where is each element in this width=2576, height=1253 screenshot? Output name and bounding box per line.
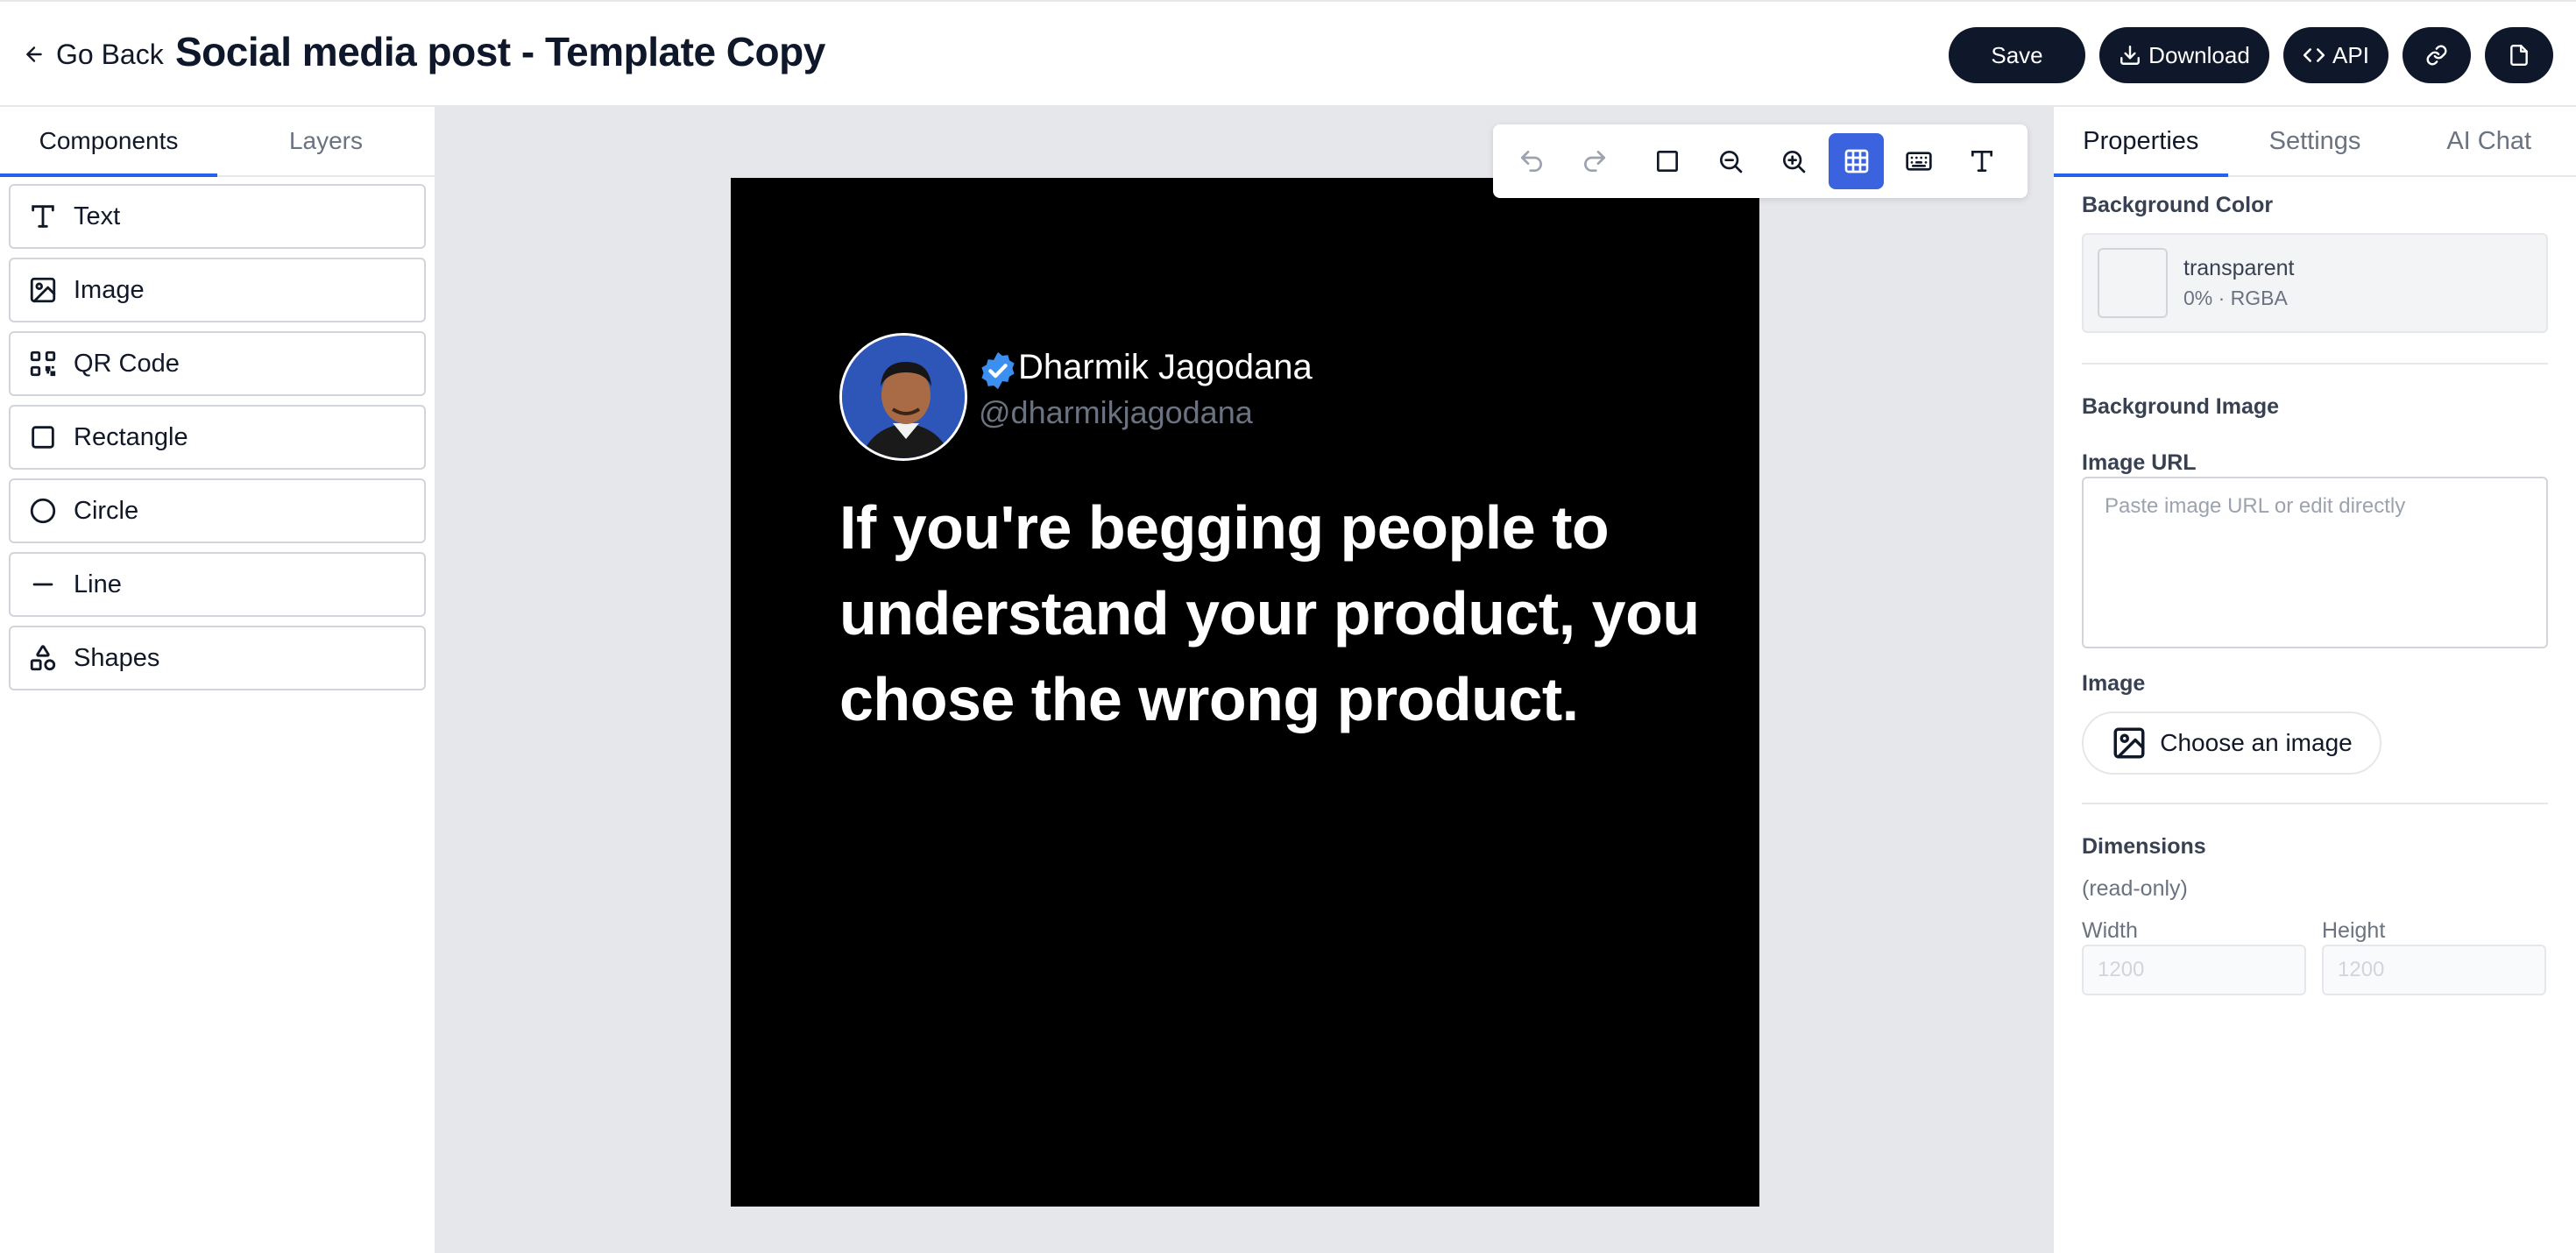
text-icon bbox=[1971, 151, 1993, 172]
qr-code-icon bbox=[30, 350, 56, 377]
tab-properties[interactable]: Properties bbox=[2054, 107, 2228, 177]
avatar-photo bbox=[842, 336, 965, 458]
component-list: Text Image QR Code Rectangle Circle Line… bbox=[0, 177, 435, 697]
author-avatar[interactable] bbox=[839, 333, 967, 461]
component-label: Circle bbox=[74, 496, 139, 525]
top-header: Go Back Social media post - Template Cop… bbox=[0, 0, 2576, 107]
zoom-out-icon bbox=[1720, 151, 1743, 173]
properties-panel: Properties Settings AI Chat Background C… bbox=[2052, 107, 2576, 1253]
background-image-label: Background Image bbox=[2082, 394, 2280, 419]
divider bbox=[2082, 803, 2548, 804]
component-qr-code[interactable]: QR Code bbox=[9, 331, 426, 396]
redo-button[interactable] bbox=[1567, 133, 1623, 189]
component-circle[interactable]: Circle bbox=[9, 478, 426, 543]
canvas-toolbar bbox=[1493, 124, 2028, 198]
color-meta: 0% · RGBA bbox=[2183, 287, 2288, 309]
page-title[interactable]: Social media post - Template Copy bbox=[175, 28, 825, 75]
text-icon bbox=[32, 205, 54, 228]
keyboard-icon bbox=[1906, 152, 1932, 171]
width-field: 1200 bbox=[2082, 945, 2306, 995]
api-button-label: API bbox=[2332, 41, 2369, 68]
image-url-input[interactable]: Paste image URL or edit directly bbox=[2082, 477, 2548, 648]
undo-button[interactable] bbox=[1504, 133, 1560, 189]
image-label: Image bbox=[2082, 671, 2146, 696]
components-sidebar: Components Layers Text Image QR Code Rec… bbox=[0, 107, 436, 1253]
color-value: transparent bbox=[2183, 256, 2295, 280]
artboard[interactable]: Dharmik Jagodana @dharmikjagodana If you… bbox=[731, 178, 1759, 1207]
undo-icon bbox=[1520, 151, 1542, 172]
background-color-picker[interactable]: transparent 0% · RGBA bbox=[2082, 233, 2548, 333]
verified-badge-icon bbox=[981, 351, 1015, 390]
add-text-button[interactable] bbox=[1954, 133, 2010, 189]
dimensions-note: (read-only) bbox=[2082, 876, 2188, 901]
component-label: Line bbox=[74, 570, 122, 598]
component-label: Text bbox=[74, 202, 121, 230]
author-handle[interactable]: @dharmikjagodana bbox=[979, 394, 1253, 431]
component-image[interactable]: Image bbox=[9, 258, 426, 322]
component-label: Image bbox=[74, 275, 145, 304]
code-icon bbox=[2303, 48, 2325, 62]
background-color-label: Background Color bbox=[2082, 193, 2274, 217]
color-swatch[interactable] bbox=[2098, 248, 2168, 318]
divider bbox=[2082, 363, 2548, 365]
api-button[interactable]: API bbox=[2283, 27, 2388, 83]
tab-layers[interactable]: Layers bbox=[217, 107, 435, 175]
frame-button[interactable] bbox=[1639, 133, 1695, 189]
dimensions-label: Dimensions bbox=[2082, 834, 2206, 859]
left-tabs: Components Layers bbox=[0, 107, 435, 177]
save-button-label: Save bbox=[1991, 41, 2043, 68]
component-text[interactable]: Text bbox=[9, 184, 426, 249]
height-field: 1200 bbox=[2322, 945, 2546, 995]
image-url-label: Image URL bbox=[2082, 450, 2197, 475]
square-icon bbox=[32, 426, 54, 449]
arrow-left-icon bbox=[26, 46, 42, 62]
square-icon bbox=[1657, 151, 1679, 172]
component-label: Rectangle bbox=[74, 422, 188, 451]
component-label: Shapes bbox=[74, 643, 160, 672]
link-icon bbox=[2426, 45, 2447, 66]
author-name[interactable]: Dharmik Jagodana bbox=[1018, 348, 1313, 387]
go-back-button[interactable]: Go Back bbox=[23, 35, 164, 74]
component-shapes[interactable]: Shapes bbox=[9, 626, 426, 690]
canvas-area[interactable]: Dharmik Jagodana @dharmikjagodana If you… bbox=[436, 107, 2052, 1253]
document-icon bbox=[2510, 44, 2528, 67]
image-icon bbox=[2113, 727, 2145, 759]
zoom-out-button[interactable] bbox=[1702, 133, 1759, 189]
image-icon bbox=[30, 277, 56, 303]
component-rectangle[interactable]: Rectangle bbox=[9, 405, 426, 470]
download-button[interactable]: Download bbox=[2099, 27, 2269, 83]
keyboard-shortcuts-button[interactable] bbox=[1891, 133, 1947, 189]
height-label: Height bbox=[2322, 918, 2386, 943]
tab-ai-chat[interactable]: AI Chat bbox=[2402, 107, 2576, 175]
zoom-in-icon bbox=[1782, 151, 1806, 173]
tab-components[interactable]: Components bbox=[0, 107, 217, 177]
choose-image-button[interactable]: Choose an image bbox=[2082, 711, 2381, 775]
share-link-button[interactable] bbox=[2403, 27, 2471, 83]
grid-toggle-button[interactable] bbox=[1828, 133, 1885, 189]
zoom-in-button[interactable] bbox=[1766, 133, 1822, 189]
right-tabs: Properties Settings AI Chat bbox=[2054, 107, 2576, 177]
download-button-label: Download bbox=[2148, 41, 2250, 68]
choose-image-wrap: Choose an image bbox=[2082, 711, 2548, 775]
redo-icon bbox=[1583, 151, 1605, 172]
document-button[interactable] bbox=[2485, 27, 2553, 83]
header-actions: Save Download API bbox=[1949, 27, 2553, 83]
component-line[interactable]: Line bbox=[9, 552, 426, 617]
save-button[interactable]: Save bbox=[1949, 27, 2085, 83]
component-label: QR Code bbox=[74, 349, 180, 378]
grid-icon bbox=[1844, 149, 1868, 173]
minus-icon bbox=[32, 583, 53, 586]
shapes-icon bbox=[30, 645, 56, 671]
width-label: Width bbox=[2082, 918, 2138, 943]
download-icon bbox=[2120, 46, 2141, 65]
circle-icon bbox=[30, 498, 56, 524]
quote-text[interactable]: If you're begging people to understand y… bbox=[839, 485, 1716, 742]
choose-image-label: Choose an image bbox=[2160, 729, 2353, 756]
tab-settings[interactable]: Settings bbox=[2228, 107, 2403, 175]
go-back-label: Go Back bbox=[56, 38, 164, 70]
